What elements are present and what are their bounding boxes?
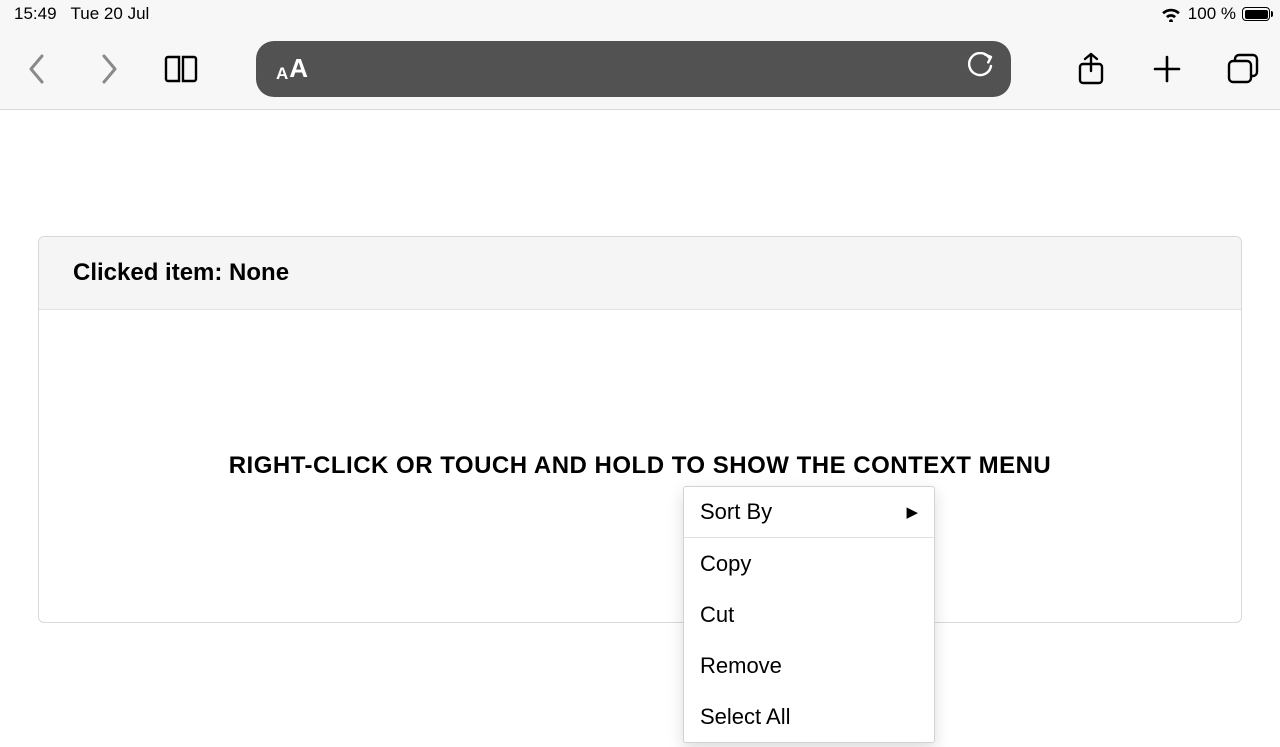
instruction-text: RIGHT-CLICK OR TOUCH AND HOLD TO SHOW TH…: [229, 452, 1052, 480]
status-date: Tue 20 Jul: [71, 4, 150, 24]
browser-toolbar: AA: [0, 28, 1280, 110]
reader-aa-icon[interactable]: AA: [276, 53, 308, 84]
panel-header-prefix: Clicked item:: [73, 259, 229, 286]
ctx-item-select-all[interactable]: Select All: [684, 691, 934, 742]
ctx-item-sort-by[interactable]: Sort By ▶: [684, 487, 934, 538]
ctx-item-label: Remove: [700, 653, 782, 679]
ctx-item-label: Copy: [700, 551, 751, 577]
demo-panel: Clicked item: None RIGHT-CLICK OR TOUCH …: [38, 236, 1242, 623]
status-bar: 15:49 Tue 20 Jul 100 %: [0, 0, 1280, 28]
back-button[interactable]: [20, 52, 54, 86]
share-button[interactable]: [1074, 52, 1108, 86]
panel-header-value: None: [229, 259, 289, 286]
context-menu: Sort By ▶ Copy Cut Remove Select All: [683, 486, 935, 743]
address-bar[interactable]: AA: [256, 41, 1011, 97]
reload-icon[interactable]: [967, 52, 993, 85]
panel-header: Clicked item: None: [39, 237, 1241, 310]
chevron-right-icon: ▶: [906, 503, 918, 521]
ctx-item-cut[interactable]: Cut: [684, 589, 934, 640]
ctx-item-label: Cut: [700, 602, 734, 628]
ctx-item-label: Select All: [700, 704, 791, 730]
ctx-item-remove[interactable]: Remove: [684, 640, 934, 691]
bookmarks-button[interactable]: [164, 52, 198, 86]
battery-icon: [1242, 7, 1270, 21]
ctx-item-copy[interactable]: Copy: [684, 538, 934, 589]
forward-button[interactable]: [92, 52, 126, 86]
wifi-icon: [1160, 6, 1182, 22]
status-time: 15:49: [14, 4, 57, 24]
tabs-button[interactable]: [1226, 52, 1260, 86]
context-target-area[interactable]: RIGHT-CLICK OR TOUCH AND HOLD TO SHOW TH…: [39, 310, 1241, 622]
new-tab-button[interactable]: [1150, 52, 1184, 86]
ctx-item-label: Sort By: [700, 499, 772, 525]
battery-percent: 100 %: [1188, 4, 1236, 24]
